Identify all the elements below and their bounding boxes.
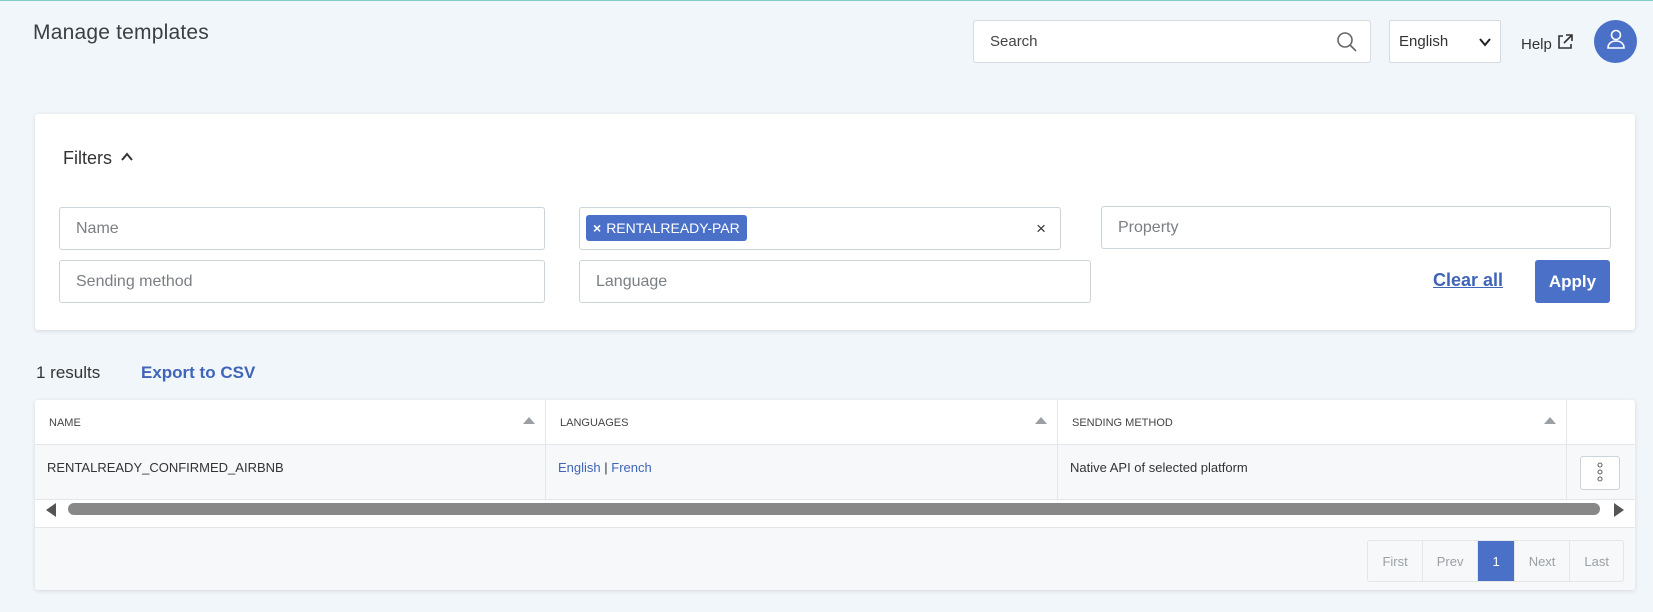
scroll-left-icon[interactable] [46,503,56,517]
name-filter-input[interactable] [74,208,510,249]
language-select-value: English [1399,33,1449,50]
chip-remove-icon[interactable]: × [593,220,601,236]
column-header-name[interactable]: NAME [35,400,546,445]
horizontal-scrollbar[interactable] [35,500,1635,518]
clear-selection-icon[interactable]: × [1036,219,1046,239]
column-header-label: LANGUAGES [560,417,629,429]
sort-asc-icon[interactable] [523,417,535,424]
page-title: Manage templates [33,21,209,44]
apply-button[interactable]: Apply [1535,260,1610,303]
templates-table: NAME LANGUAGES SENDING METHOD RENTALREAD… [35,400,1635,590]
property-filter-input[interactable] [1116,207,1574,248]
results-count: 1 results [36,363,101,382]
language-link-english[interactable]: English [558,460,601,475]
sending-method-filter-input[interactable] [74,261,510,302]
name-filter[interactable] [59,207,545,250]
language-select[interactable]: English [1389,20,1501,63]
cell-sending-method: Native API of selected platform [1058,445,1567,500]
table-header: NAME LANGUAGES SENDING METHOD [35,400,1635,445]
search-icon[interactable] [1336,31,1358,53]
sort-asc-icon[interactable] [1035,417,1047,424]
language-link-french[interactable]: French [611,460,651,475]
language-filter-input[interactable] [594,261,1053,302]
pagination: First Prev 1 Next Last [1367,540,1624,582]
external-link-icon [1556,33,1574,55]
help-label: Help [1521,35,1552,53]
filter-chip[interactable]: × RENTALREADY-PAR [586,215,747,241]
row-actions-button[interactable] [1580,456,1620,490]
filters-panel: Filters × RENTALREADY-PAR × Clear all Ap… [35,114,1635,330]
sending-method-value: Native API of selected platform [1070,460,1248,475]
page-prev-button[interactable]: Prev [1423,541,1479,581]
pagination-area: First Prev 1 Next Last [35,527,1635,590]
scroll-right-icon[interactable] [1614,503,1624,517]
page-last-button[interactable]: Last [1570,541,1623,581]
page-current-button[interactable]: 1 [1478,541,1515,581]
global-search[interactable] [973,20,1371,63]
property-filter[interactable] [1101,206,1611,249]
account-filter[interactable]: × RENTALREADY-PAR × [579,207,1061,250]
kebab-menu-icon [1597,461,1603,485]
search-input[interactable] [988,21,1318,62]
cell-languages: English | French [546,445,1058,500]
export-csv-link[interactable]: Export to CSV [141,363,255,383]
language-filter[interactable] [579,260,1091,303]
help-link[interactable]: Help [1521,33,1574,55]
column-header-languages[interactable]: LANGUAGES [546,400,1058,445]
chevron-down-icon [1478,35,1492,49]
chevron-up-icon [120,148,134,169]
sending-method-filter[interactable] [59,260,545,303]
language-separator: | [604,460,608,475]
column-header-label: NAME [49,417,81,429]
languages-list: English | French [558,460,652,475]
column-header-label: SENDING METHOD [1072,417,1173,429]
template-name: RENTALREADY_CONFIRMED_AIRBNB [47,460,284,475]
clear-all-link[interactable]: Clear all [1433,270,1503,291]
user-icon [1605,28,1627,55]
page-next-button[interactable]: Next [1515,541,1571,581]
filters-toggle[interactable]: Filters [63,148,134,169]
filters-title: Filters [63,148,112,168]
avatar[interactable] [1594,20,1637,63]
cell-name: RENTALREADY_CONFIRMED_AIRBNB [35,445,546,500]
cell-actions [1567,445,1635,500]
column-header-sending-method[interactable]: SENDING METHOD [1058,400,1567,445]
page-first-button[interactable]: First [1368,541,1423,581]
chip-label: RENTALREADY-PAR [606,220,740,236]
sort-asc-icon[interactable] [1544,417,1556,424]
scrollbar-thumb[interactable] [68,503,1600,515]
table-row[interactable]: RENTALREADY_CONFIRMED_AIRBNB English | F… [35,445,1635,500]
